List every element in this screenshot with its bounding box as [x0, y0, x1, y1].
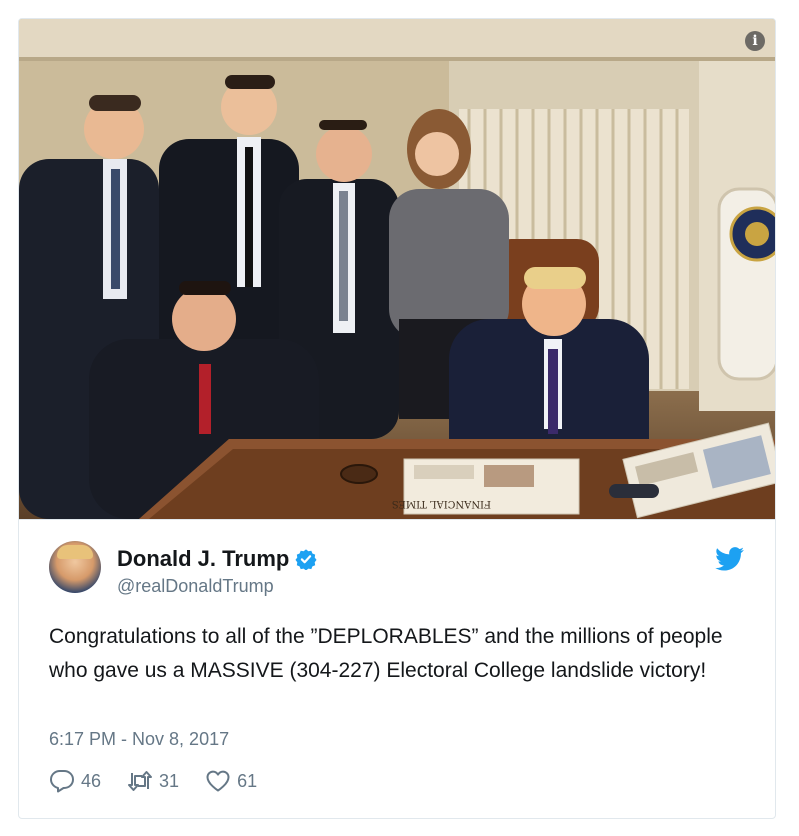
- author-avatar[interactable]: [49, 541, 101, 593]
- twitter-bird-icon[interactable]: [715, 547, 745, 571]
- author-name[interactable]: Donald J. Trump: [117, 546, 289, 572]
- retweet-count: 31: [159, 770, 180, 791]
- tweet-card[interactable]: FINANCIAL TIMES i Donald J. Trump @realD…: [18, 18, 776, 819]
- retweet-button[interactable]: 31: [127, 769, 179, 793]
- reply-button[interactable]: 46: [49, 769, 101, 793]
- photo-divider: [19, 519, 775, 520]
- tweet-actions: 46 31 61: [49, 769, 257, 793]
- newspaper-title: FINANCIAL TIMES: [392, 498, 491, 509]
- heart-icon: [206, 770, 230, 792]
- tweet-text: Congratulations to all of the ”DEPLORABL…: [49, 625, 723, 682]
- author-name-row[interactable]: Donald J. Trump: [117, 546, 317, 572]
- photo-illustration: FINANCIAL TIMES: [19, 19, 775, 519]
- tweet-timestamp[interactable]: 6:17 PM - Nov 8, 2017: [49, 729, 229, 750]
- reply-icon: [50, 770, 74, 793]
- author-handle[interactable]: @realDonaldTrump: [117, 576, 274, 597]
- verified-badge-icon: [295, 549, 317, 570]
- info-button[interactable]: i: [745, 31, 765, 51]
- like-button[interactable]: 61: [205, 769, 257, 793]
- like-count: 61: [237, 770, 258, 791]
- reply-count: 46: [81, 770, 102, 791]
- tweet-photo[interactable]: FINANCIAL TIMES i: [19, 19, 775, 519]
- retweet-icon: [128, 771, 153, 791]
- avatar-hair: [57, 545, 93, 559]
